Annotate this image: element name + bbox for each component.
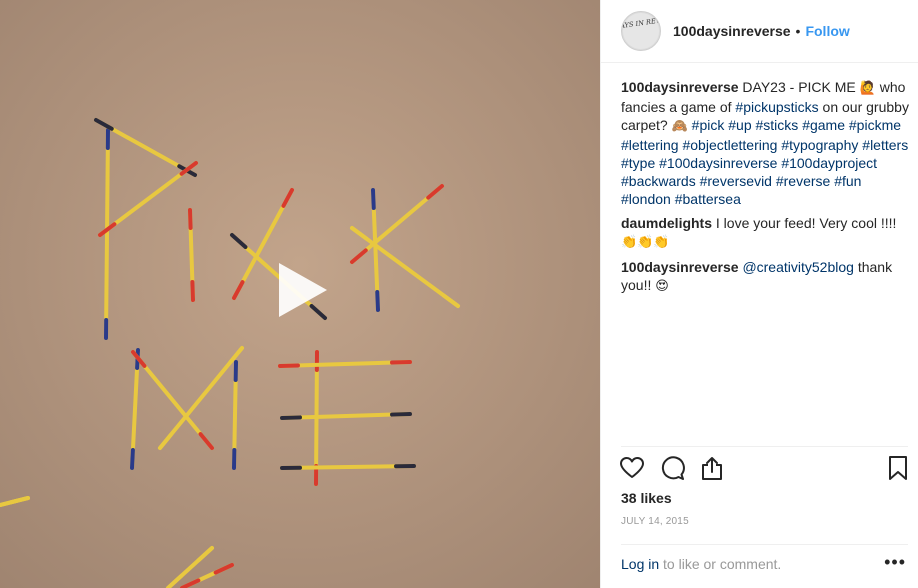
comment-username[interactable]: daumdelights (621, 215, 712, 231)
action-bar (619, 455, 909, 485)
comment-text: I love your feed! Very cool !!!! (712, 215, 897, 231)
hashtag[interactable]: #game (802, 117, 845, 133)
caption: 100daysinreverse DAY23 - PICK ME 🙋 who f… (621, 78, 911, 208)
hashtag[interactable]: #pick (692, 117, 725, 133)
likes-count[interactable]: 38 likes (621, 490, 672, 506)
header-separator: • (795, 23, 801, 39)
caption-text: DAY23 - PICK ME (738, 79, 860, 95)
hashtag[interactable]: #type (621, 155, 655, 171)
pickup-stick-tip (371, 188, 376, 210)
pickup-stick-tip (390, 412, 412, 417)
play-icon[interactable] (265, 255, 335, 325)
avatar[interactable]: 100 DAYS IN REVERSE (621, 11, 661, 51)
hashtag[interactable]: #typography (781, 137, 858, 153)
share-icon[interactable] (699, 455, 725, 481)
heart-icon[interactable] (619, 455, 645, 481)
hashtag[interactable]: #reversevid (700, 173, 772, 189)
hashtag[interactable]: #pickupsticks (735, 99, 818, 115)
comment-username[interactable]: 100daysinreverse (621, 259, 739, 275)
hashtag[interactable]: #backwards (621, 173, 696, 189)
mention[interactable]: @creativity52blog (742, 259, 854, 275)
hashtag[interactable]: #objectlettering (682, 137, 777, 153)
comment: 100daysinreverse @creativity52blog thank… (621, 258, 911, 296)
avatar-lettering-logo: 100 DAYS IN REVERSE (622, 12, 660, 50)
divider (621, 446, 908, 447)
hashtag[interactable]: #lettering (621, 137, 679, 153)
pickup-stick-tip (188, 208, 193, 230)
hashtag[interactable]: #london (621, 191, 671, 207)
more-options-button[interactable]: ••• (884, 552, 906, 573)
hashtag[interactable]: #sticks (756, 117, 799, 133)
post-sidebar: 100 DAYS IN REVERSE 100daysinreverse • F… (600, 0, 918, 588)
clapping-hands-emoji: 👏👏👏 (621, 235, 670, 250)
caption-username[interactable]: 100daysinreverse (621, 79, 739, 95)
pickup-stick-tip (390, 360, 412, 365)
post-video[interactable] (0, 0, 600, 588)
comment-bar: Log in to like or comment. (621, 556, 911, 572)
pickup-stick-tip (278, 363, 300, 368)
bookmark-icon[interactable] (885, 455, 911, 481)
raising-hand-emoji: 🙋 (859, 81, 876, 96)
hashtag[interactable]: #battersea (675, 191, 741, 207)
login-link[interactable]: Log in (621, 556, 659, 572)
hashtag[interactable]: #letters (862, 137, 908, 153)
hashtag[interactable]: #pickme (849, 117, 901, 133)
hashtag[interactable]: #up (728, 117, 751, 133)
hashtag[interactable]: #fun (834, 173, 861, 189)
post-date[interactable]: JULY 14, 2015 (621, 516, 689, 527)
pickup-stick-tip (190, 280, 195, 302)
pickup-stick-tip (130, 448, 135, 470)
pickup-stick (104, 128, 110, 340)
divider (621, 544, 908, 545)
pickup-stick-tip (280, 415, 302, 420)
comment-bubble-icon[interactable] (659, 455, 685, 481)
see-no-evil-emoji: 🙈 (671, 119, 688, 134)
comments-list: 100daysinreverse DAY23 - PICK ME 🙋 who f… (621, 78, 911, 302)
heart-eyes-emoji: 😍 (655, 279, 669, 294)
hashtag[interactable]: #100dayproject (781, 155, 877, 171)
hashtag[interactable]: #100daysinreverse (659, 155, 777, 171)
post-header: 100 DAYS IN REVERSE 100daysinreverse • F… (601, 0, 918, 63)
header-username[interactable]: 100daysinreverse (673, 23, 791, 39)
pickup-stick-tip (375, 290, 380, 312)
follow-button[interactable]: Follow (805, 23, 849, 39)
comment-bar-text: to like or comment. (659, 556, 782, 572)
comment: daumdelights I love your feed! Very cool… (621, 214, 911, 252)
hashtag[interactable]: #reverse (776, 173, 830, 189)
